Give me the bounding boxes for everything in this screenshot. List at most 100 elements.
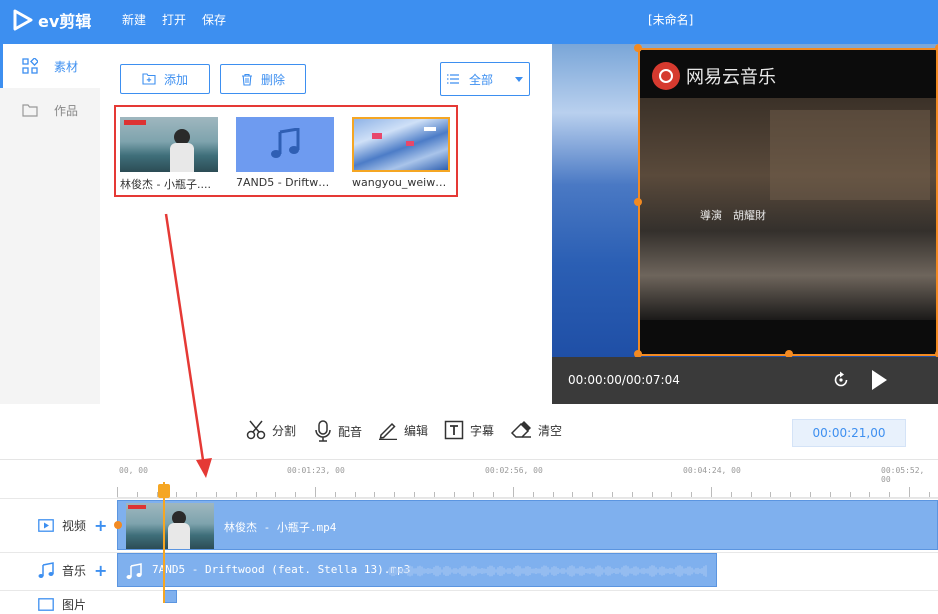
resize-handle-top-left[interactable] xyxy=(634,44,642,52)
pencil-icon xyxy=(379,422,397,440)
preview-panel: 网易云音乐 導演 胡耀財 00:00:00/00:07:04 xyxy=(552,44,938,404)
ruler-tick xyxy=(889,492,891,497)
ruler-label: 00:02:56, 00 xyxy=(485,466,543,475)
ruler-tick xyxy=(750,492,752,497)
media-item-video[interactable]: 林俊杰 - 小瓶子.... xyxy=(120,117,218,191)
ruler-tick xyxy=(869,492,871,497)
ruler-tick xyxy=(334,492,336,497)
ruler-tick xyxy=(572,492,574,497)
ruler-tick xyxy=(354,492,356,497)
resize-handle-left[interactable] xyxy=(634,198,642,206)
preview-video-frame[interactable]: 网易云音乐 導演 胡耀財 xyxy=(638,48,938,356)
nav-item-works[interactable]: 作品 xyxy=(0,88,100,132)
filter-dropdown[interactable]: 全部 xyxy=(440,62,530,96)
eraser-icon xyxy=(510,421,531,438)
ruler-tick xyxy=(730,492,732,497)
edit-label: 编辑 xyxy=(404,423,429,438)
playback-time: 00:00:00/00:07:04 xyxy=(568,373,680,387)
ruler-tick xyxy=(433,492,435,497)
ruler-tick xyxy=(810,492,811,497)
app-logo: ev剪辑 xyxy=(12,8,91,32)
ruler-tick xyxy=(117,487,118,497)
ruler-tick xyxy=(671,492,673,497)
materials-panel: 添加 删除 全部 林俊杰 - 小瓶子.... 7AND5 - Driftwo..… xyxy=(100,44,552,404)
timecode-field[interactable]: 00:00:21,00 xyxy=(792,419,906,447)
add-file-icon xyxy=(142,73,156,85)
watermark: 网易云音乐 xyxy=(652,62,776,90)
media-list: 林俊杰 - 小瓶子.... 7AND5 - Driftwo... wangyou… xyxy=(114,105,458,197)
image-clip[interactable] xyxy=(164,590,177,603)
ruler-tick xyxy=(216,492,217,497)
audio-clip[interactable]: 7AND5 - Driftwood (feat. Stella 13).mp3 xyxy=(117,553,717,587)
menu-save[interactable]: 保存 xyxy=(202,11,226,28)
dub-tool[interactable]: 配音 xyxy=(314,420,362,442)
netease-logo-icon xyxy=(652,62,680,90)
audio-clip-title: 7AND5 - Driftwood (feat. Stella 13).mp3 xyxy=(152,563,411,576)
time-ruler[interactable]: 00, 00 00:01:23, 00 00:02:56, 00 00:04:2… xyxy=(117,460,938,498)
ruler-tick xyxy=(196,492,198,497)
ruler-tick xyxy=(928,492,930,497)
ruler-tick xyxy=(275,492,277,497)
video-clip-title: 林俊杰 - 小瓶子.mp4 xyxy=(224,521,337,534)
play-icon[interactable] xyxy=(870,369,888,391)
nav-label-works: 作品 xyxy=(54,103,79,118)
chevron-down-icon xyxy=(515,77,523,82)
edit-toolbar: 分割 配音 编辑 字幕 清空 00:00:21,00 xyxy=(0,404,938,460)
nav-item-materials[interactable]: 素材 xyxy=(0,44,100,88)
video-thumbnail xyxy=(120,117,218,172)
ruler-tick xyxy=(414,492,415,497)
nav-label-materials: 素材 xyxy=(54,59,79,74)
app-name: ev剪辑 xyxy=(38,12,92,31)
ruler-label: 00:01:23, 00 xyxy=(287,466,345,475)
ruler-tick xyxy=(612,492,613,497)
media-label-image: wangyou_weiwe... xyxy=(352,176,450,189)
media-item-audio[interactable]: 7AND5 - Driftwo... xyxy=(236,117,334,189)
ruler-tick xyxy=(829,492,831,497)
track-name-video: 视频 xyxy=(62,518,87,533)
track-name-image: 图片 xyxy=(62,597,87,612)
ruler-tick xyxy=(374,492,376,497)
track-label-image: 图片 xyxy=(38,594,113,614)
ruler-label: 00:05:52, 00 xyxy=(881,466,925,484)
ruler-tick xyxy=(651,492,653,497)
caption-tool[interactable]: 字幕 xyxy=(444,420,494,440)
add-music-icon[interactable]: + xyxy=(94,561,107,580)
add-label: 添加 xyxy=(163,72,188,87)
add-button[interactable]: 添加 xyxy=(120,64,210,94)
grid-icon xyxy=(22,58,38,74)
add-video-icon[interactable]: + xyxy=(94,516,107,535)
video-track-icon xyxy=(38,518,54,532)
image-thumbnail xyxy=(352,117,450,172)
image-track-icon xyxy=(38,597,54,611)
edit-tool[interactable]: 编辑 xyxy=(378,420,428,440)
text-box-icon xyxy=(444,420,464,440)
media-item-image[interactable]: wangyou_weiwe... xyxy=(352,117,450,189)
clear-label: 清空 xyxy=(538,423,563,438)
clip-handle[interactable] xyxy=(114,521,122,529)
left-nav: 素材 作品 xyxy=(0,44,100,404)
ruler-tick xyxy=(770,492,772,497)
ruler-tick xyxy=(790,492,792,497)
play-logo-icon xyxy=(13,9,33,31)
document-title: [未命名] xyxy=(648,13,694,27)
delete-button[interactable]: 删除 xyxy=(220,64,306,94)
video-clip[interactable]: 林俊杰 - 小瓶子.mp4 xyxy=(114,500,938,550)
ruler-tick xyxy=(552,492,554,497)
music-note-icon xyxy=(271,128,300,158)
track-label-video: 视频 + xyxy=(38,515,113,535)
ruler-tick xyxy=(592,492,594,497)
microphone-icon xyxy=(315,420,331,442)
ruler-tick xyxy=(532,492,534,497)
ruler-label: 00:04:24, 00 xyxy=(683,466,741,475)
ruler-tick xyxy=(909,487,910,497)
clear-tool[interactable]: 清空 xyxy=(510,420,562,440)
scissors-icon xyxy=(246,420,266,440)
split-tool[interactable]: 分割 xyxy=(246,420,296,440)
ruler-tick xyxy=(136,492,138,497)
loop-icon[interactable] xyxy=(832,371,850,389)
menu-open[interactable]: 打开 xyxy=(162,11,186,28)
delete-label: 删除 xyxy=(260,72,285,87)
menu-new[interactable]: 新建 xyxy=(122,11,146,28)
watermark-text: 网易云音乐 xyxy=(686,67,776,88)
video-clip-thumbnail xyxy=(126,503,214,549)
